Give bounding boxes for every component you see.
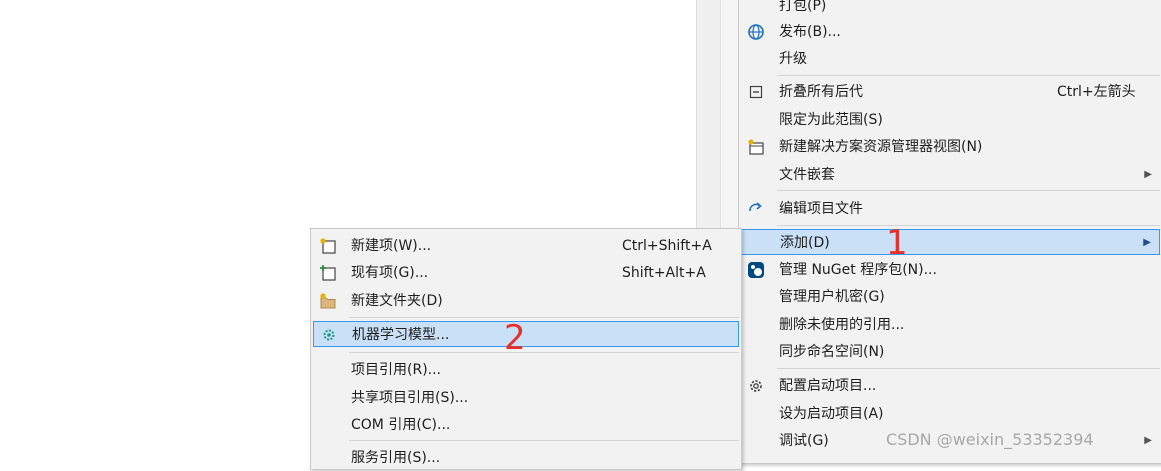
submenu-item-new-item[interactable]: 新建项(W)... Ctrl+Shift+A — [313, 233, 739, 259]
submenu-item-ml-model[interactable]: 机器学习模型... — [313, 321, 739, 347]
menu-item-label: 管理 NuGet 程序包(N)... — [779, 262, 937, 278]
menu-item-upgrade[interactable]: 升级 — [741, 46, 1160, 72]
menu-item-label: 共享项目引用(S)... — [351, 390, 469, 406]
menu-item-label: 配置启动项目... — [779, 378, 877, 394]
menu-item-sync-namespaces[interactable]: 同步命名空间(N) — [741, 339, 1160, 365]
menu-item-scope-to-this[interactable]: 限定为此范围(S) — [741, 107, 1160, 133]
menu-item-remove-unused-refs[interactable]: 删除未使用的引用... — [741, 312, 1160, 338]
menu-item-package[interactable]: 打包(P) — [741, 0, 1160, 19]
menu-item-new-explorer-view[interactable]: 新建解决方案资源管理器视图(N) — [741, 134, 1160, 160]
menu-item-manage-nuget[interactable]: 管理 NuGet 程序包(N)... — [741, 257, 1160, 283]
menu-item-publish[interactable]: 发布(B)... — [741, 19, 1160, 45]
project-context-menu: 打包(P) 发布(B)... 升级 折叠所有后代 Ctrl+左箭头 限定为此范围… — [738, 0, 1161, 464]
submenu-arrow-icon: ▶ — [1144, 435, 1152, 446]
submenu-arrow-icon: ▶ — [1144, 169, 1152, 180]
menu-item-label: 设为启动项目(A) — [779, 406, 884, 422]
menu-item-label: 现有项(G)... — [351, 265, 429, 281]
menu-separator — [777, 75, 1160, 76]
menu-separator — [777, 190, 1160, 191]
menu-item-label: 限定为此范围(S) — [779, 112, 883, 128]
menu-separator — [777, 368, 1160, 369]
menu-separator — [777, 225, 1160, 226]
watermark: CSDN @weixin_53352394 — [886, 430, 1094, 449]
menu-separator — [349, 440, 739, 441]
menu-item-shortcut: Shift+Alt+A — [622, 265, 706, 281]
add-submenu: 新建项(W)... Ctrl+Shift+A 现有项(G)... Shift+A… — [310, 228, 742, 470]
new-folder-icon — [319, 292, 337, 310]
submenu-item-existing-item[interactable]: 现有项(G)... Shift+Alt+A — [313, 260, 739, 286]
menu-item-configure-startup[interactable]: 配置启动项目... — [741, 373, 1160, 399]
menu-item-label: 删除未使用的引用... — [779, 317, 905, 333]
menu-item-label: 发布(B)... — [779, 24, 841, 40]
menu-item-shortcut: Ctrl+Shift+A — [622, 238, 712, 254]
submenu-item-project-reference[interactable]: 项目引用(R)... — [313, 357, 739, 383]
submenu-item-shared-project-reference[interactable]: 共享项目引用(S)... — [313, 385, 739, 411]
menu-item-label: 打包(P) — [779, 0, 827, 14]
menu-item-add[interactable]: 添加(D) ▶ — [741, 229, 1160, 255]
menu-item-edit-project-file[interactable]: 编辑项目文件 — [741, 196, 1160, 222]
edit-project-icon — [747, 200, 765, 218]
existing-item-icon — [319, 264, 337, 282]
package-icon — [747, 0, 765, 15]
menu-item-label: 文件嵌套 — [779, 167, 835, 183]
submenu-item-new-folder[interactable]: 新建文件夹(D) — [313, 288, 739, 314]
menu-item-set-startup[interactable]: 设为启动项目(A) — [741, 401, 1160, 427]
collapse-icon — [747, 83, 765, 101]
menu-separator — [349, 352, 739, 353]
menu-item-label: 机器学习模型... — [352, 327, 450, 343]
menu-item-label: 新建文件夹(D) — [351, 293, 443, 309]
menu-item-label: COM 引用(C)... — [351, 417, 451, 433]
annotation-step-1: 1 — [886, 223, 908, 263]
new-item-icon — [319, 237, 337, 255]
menu-separator — [349, 317, 739, 318]
menu-item-label: 新建解决方案资源管理器视图(N) — [779, 139, 983, 155]
menu-item-label: 新建项(W)... — [351, 238, 432, 254]
submenu-arrow-icon: ▶ — [1143, 237, 1151, 248]
ml-model-icon — [320, 326, 338, 344]
menu-item-shortcut: Ctrl+左箭头 — [1057, 84, 1136, 100]
menu-item-label: 服务引用(S)... — [351, 450, 441, 466]
new-view-icon — [747, 138, 765, 156]
globe-icon — [747, 23, 765, 41]
submenu-item-service-reference[interactable]: 服务引用(S)... — [313, 445, 739, 471]
menu-item-label: 项目引用(R)... — [351, 362, 442, 378]
menu-item-label: 升级 — [779, 51, 807, 67]
nuget-icon — [747, 261, 765, 279]
menu-item-label: 同步命名空间(N) — [779, 344, 885, 360]
menu-item-label: 添加(D) — [780, 235, 830, 251]
menu-item-label: 调试(G) — [779, 433, 829, 449]
menu-item-file-nesting[interactable]: 文件嵌套 ▶ — [741, 162, 1160, 188]
menu-item-label: 管理用户机密(G) — [779, 289, 885, 305]
annotation-step-2: 2 — [504, 318, 526, 358]
menu-item-label: 编辑项目文件 — [779, 201, 863, 217]
submenu-item-com-reference[interactable]: COM 引用(C)... — [313, 412, 739, 438]
menu-item-collapse-all[interactable]: 折叠所有后代 Ctrl+左箭头 — [741, 79, 1160, 105]
menu-item-label: 折叠所有后代 — [779, 84, 863, 100]
gear-icon — [747, 377, 765, 395]
menu-item-manage-user-secrets[interactable]: 管理用户机密(G) — [741, 284, 1160, 310]
